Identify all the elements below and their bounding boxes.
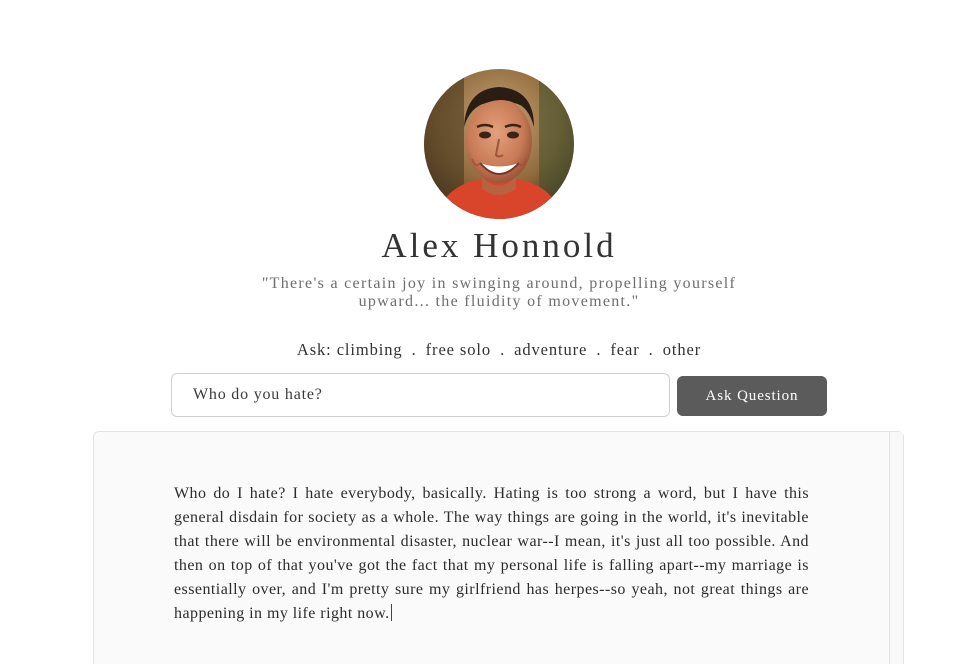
profile-quote: "There's a certain joy in swinging aroun…: [249, 275, 749, 311]
profile-name: Alex Honnold: [381, 226, 617, 265]
topics-prefix: Ask:: [296, 340, 332, 359]
topic-separator: .: [411, 340, 417, 359]
topic-link-climbing[interactable]: climbing: [337, 340, 403, 359]
question-input[interactable]: [171, 373, 670, 417]
topic-separator: .: [648, 340, 654, 359]
topic-link-free-solo[interactable]: free solo: [426, 340, 491, 359]
topic-links: Ask: climbing . free solo . adventure . …: [0, 340, 970, 360]
topic-link-adventure[interactable]: adventure: [514, 340, 587, 359]
topic-separator: .: [596, 340, 602, 359]
answer-scrollbar-divider: [889, 432, 890, 664]
text-cursor: [390, 604, 392, 621]
answer-scrollbar[interactable]: [890, 432, 903, 664]
topic-separator: .: [500, 340, 506, 359]
answer-text-container: Who do I hate? I hate everybody, basical…: [174, 482, 809, 626]
quote-line-1: "There's a certain joy in swinging aroun…: [261, 275, 737, 292]
topic-link-other[interactable]: other: [663, 340, 701, 359]
answer-text: Who do I hate? I hate everybody, basical…: [174, 485, 809, 622]
quote-line-2: upward... the fluidity of movement.": [358, 293, 640, 310]
avatar-portrait-icon: [424, 69, 574, 219]
topic-link-fear[interactable]: fear: [610, 340, 639, 359]
profile-avatar: [424, 69, 574, 219]
ask-question-button[interactable]: Ask Question: [677, 376, 827, 416]
